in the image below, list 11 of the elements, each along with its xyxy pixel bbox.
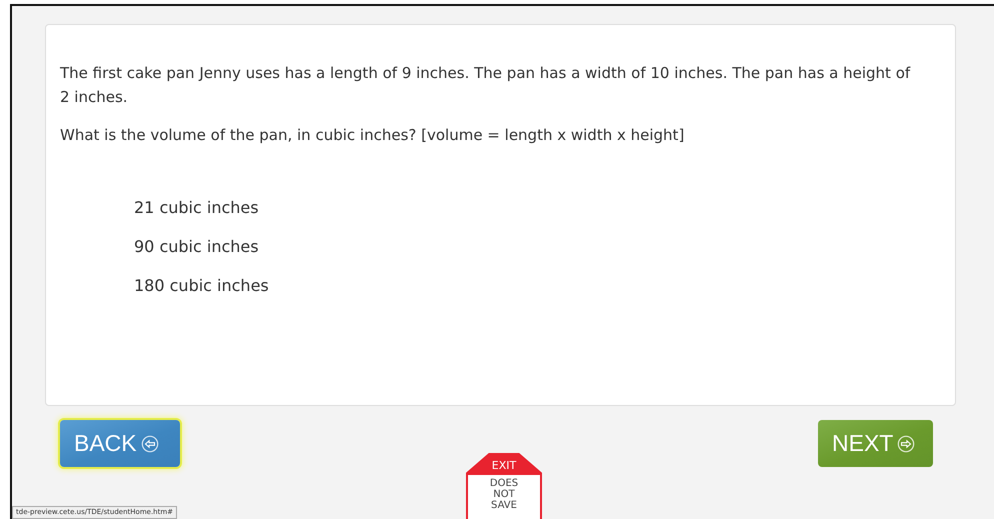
exit-note: NOT xyxy=(493,489,515,500)
exit-note: DOES xyxy=(490,478,518,489)
exit-label: EXIT xyxy=(492,458,516,474)
answer-option[interactable]: 90 cubic inches xyxy=(134,234,915,273)
answer-option[interactable]: 21 cubic inches xyxy=(134,195,915,234)
exit-note: SAVE xyxy=(491,500,517,511)
exit-sign[interactable]: EXIT DOES NOT SAVE xyxy=(466,453,542,519)
question-text: The first cake pan Jenny uses has a length of 9 inches. The pan has a width of 10 inches. The pan has a height of 2 inches. xyxy=(60,63,912,108)
answer-option[interactable]: 180 cubic inches xyxy=(134,273,915,312)
question-text: What is the volume of the pan, in cubic inches? [volume = length x width x height] xyxy=(60,125,686,146)
back-button[interactable]: BACK xyxy=(60,420,180,467)
